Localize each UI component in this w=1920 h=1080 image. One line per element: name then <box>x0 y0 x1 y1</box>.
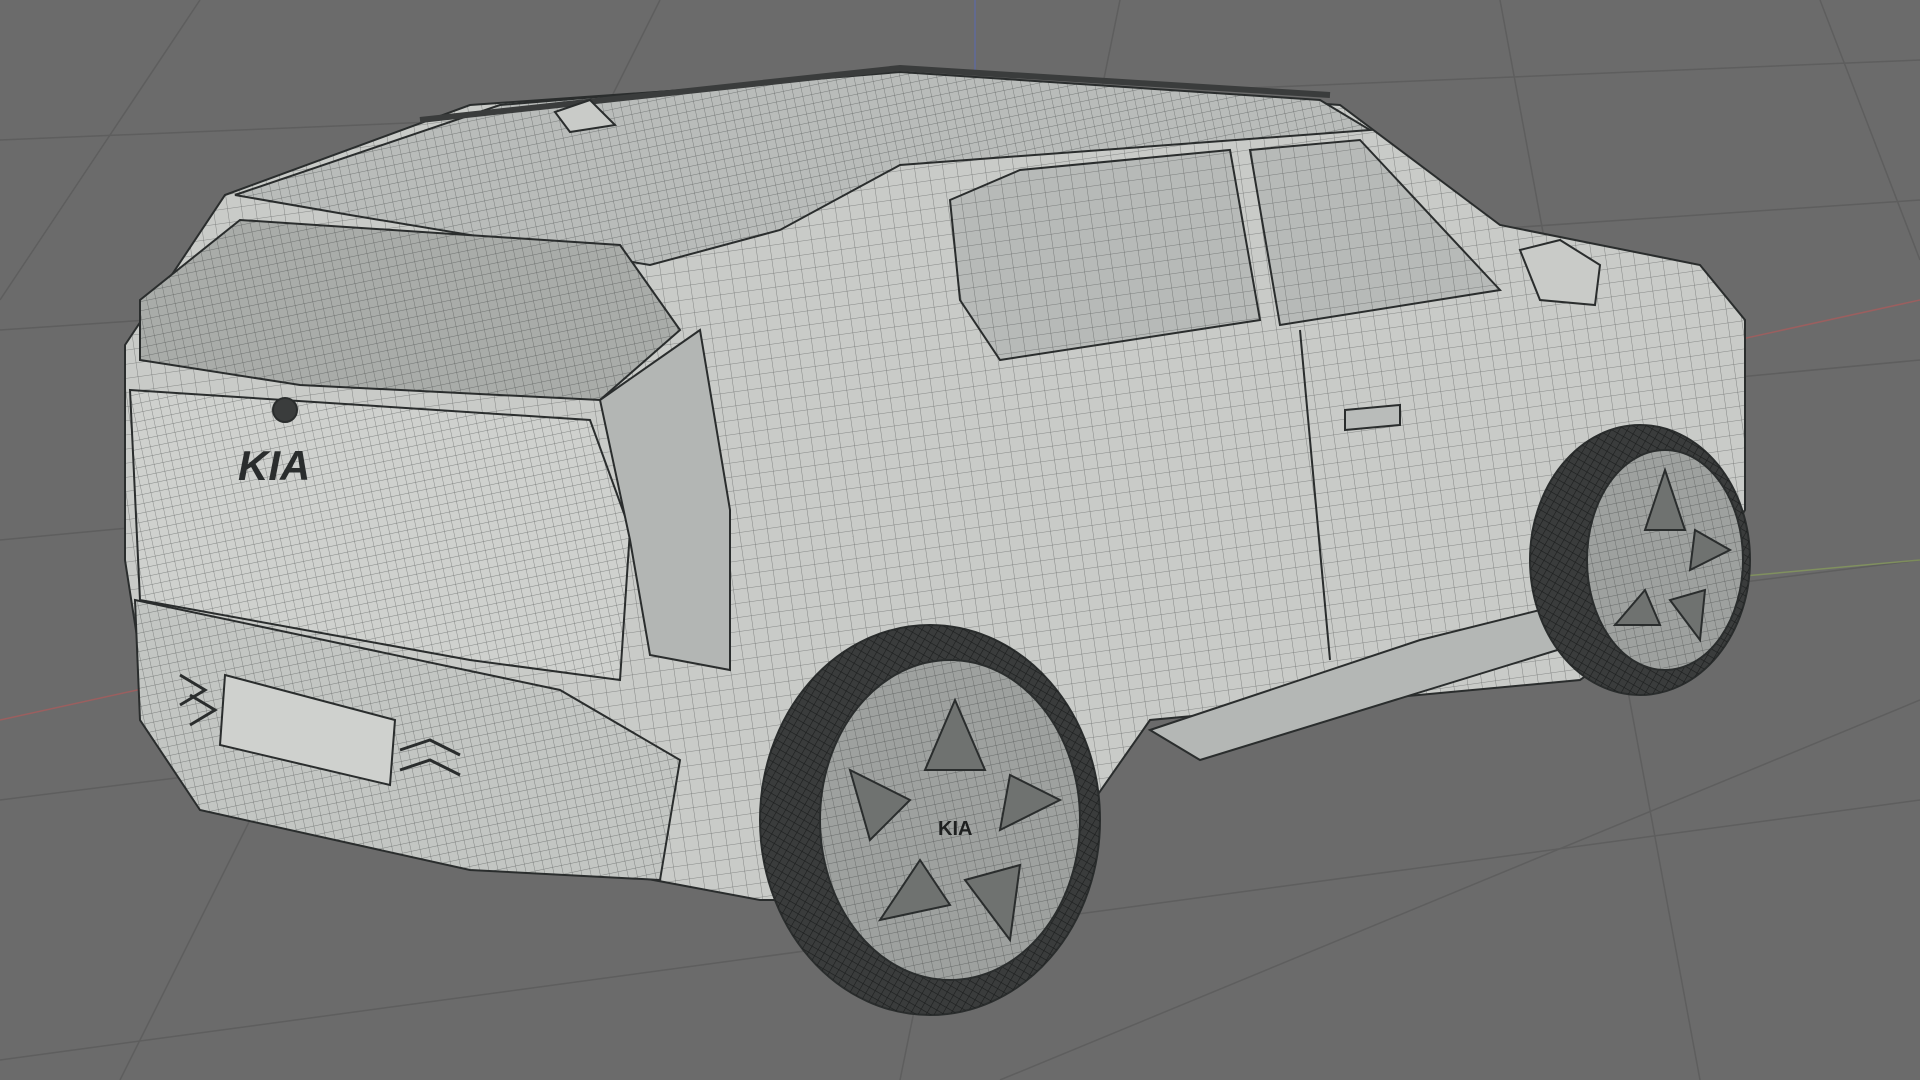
car-model[interactable]: KIA KIA <box>124 64 1751 1016</box>
viewport-canvas[interactable]: KIA KIA <box>0 0 1920 1080</box>
rear-wheel[interactable]: KIA <box>759 624 1101 1016</box>
wheel-badge: KIA <box>938 818 972 840</box>
rear-camera <box>272 397 298 423</box>
door-handle <box>1344 403 1401 432</box>
rear-badge: KIA <box>238 442 310 489</box>
3d-viewport[interactable]: KIA KIA <box>0 0 1920 1080</box>
front-wheel[interactable] <box>1529 424 1751 696</box>
